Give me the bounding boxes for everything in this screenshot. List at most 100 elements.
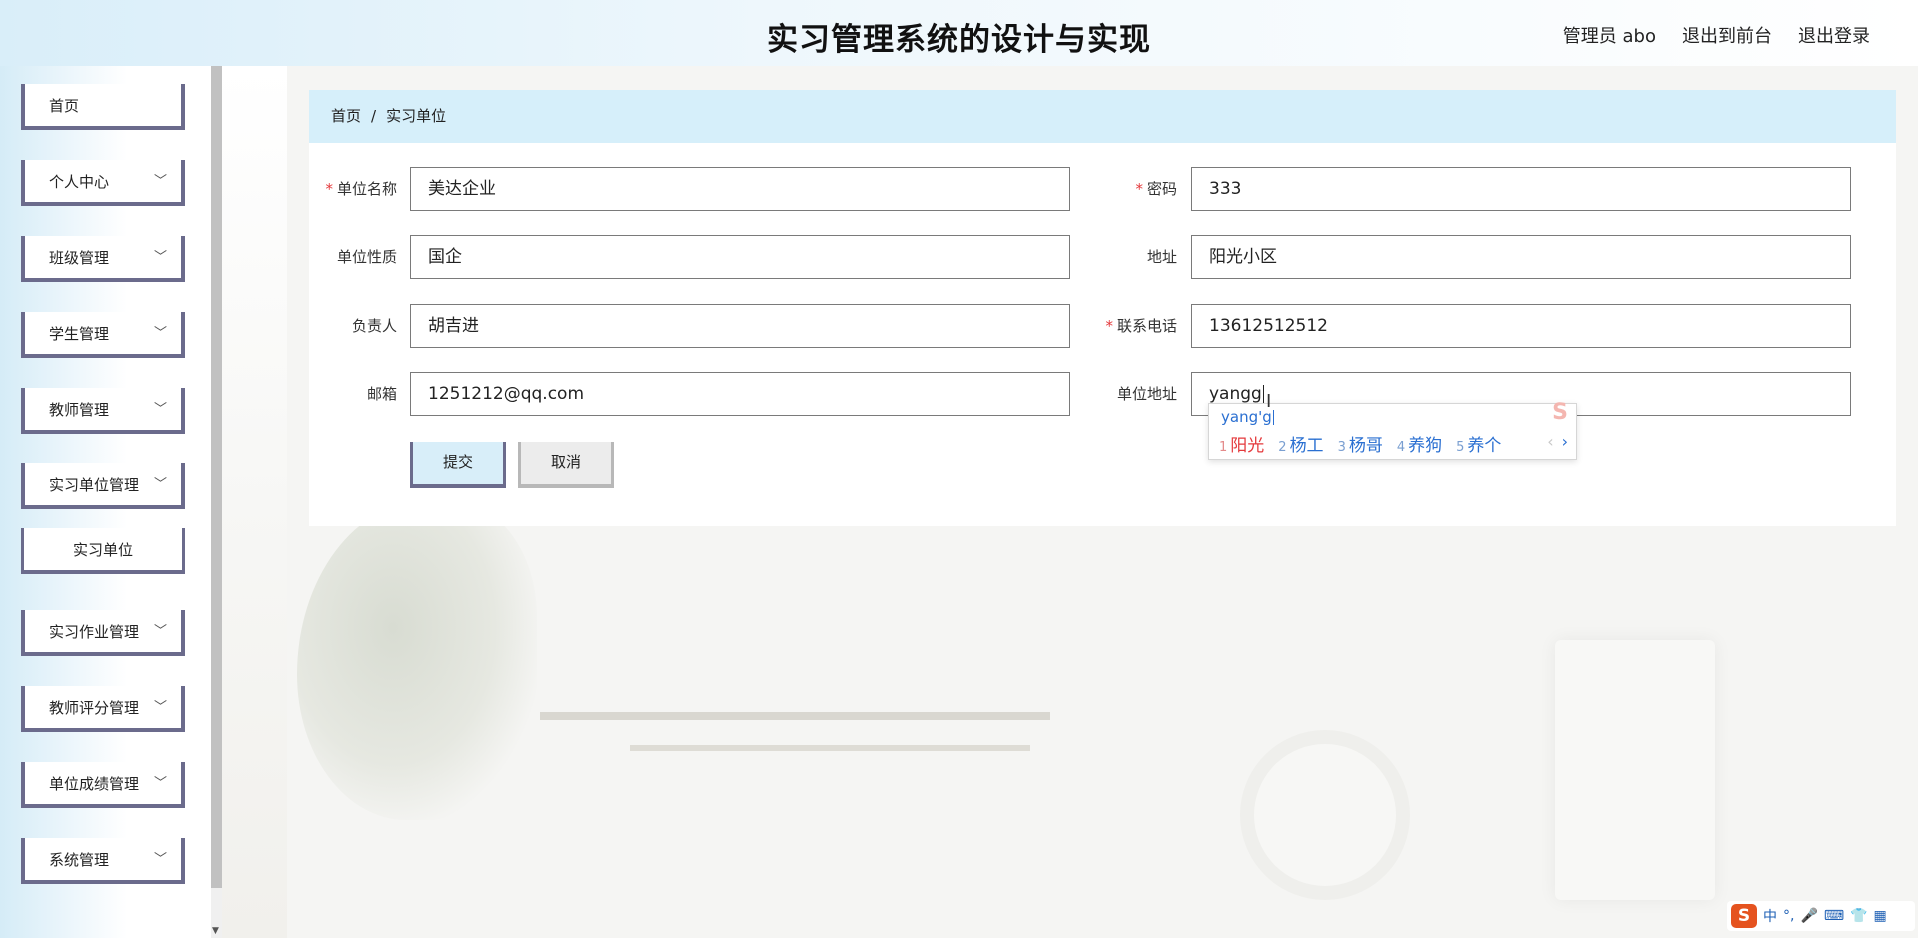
chevron-down-icon: ﹀	[153, 624, 167, 639]
sidebar-item-label: 实习单位	[72, 541, 133, 559]
ime-candidate-5[interactable]: 5 养个	[1456, 431, 1501, 456]
label-text: 单位名称	[336, 180, 397, 198]
text-caret	[1262, 384, 1264, 404]
scroll-down-icon[interactable]: ▼	[212, 926, 219, 936]
scrollbar-thumb[interactable]	[211, 66, 222, 888]
sidebar-item-label: 单位成绩管理	[49, 775, 140, 793]
required-mark: *	[325, 180, 333, 198]
logout-link[interactable]: 退出登录	[1798, 22, 1870, 48]
sidebar-item-internship-unit-management[interactable]: 实习单位管理 ﹀	[21, 463, 185, 509]
candidate-number: 1	[1219, 440, 1228, 455]
sogou-logo-icon[interactable]: S	[1731, 904, 1757, 928]
admin-user-link[interactable]: 管理员 abo	[1563, 22, 1656, 48]
background-decor-image	[1555, 640, 1715, 900]
sidebar-item-internship-homework-management[interactable]: 实习作业管理 ﹀	[21, 610, 185, 656]
email-label: 邮箱	[366, 385, 397, 403]
required-mark: *	[1135, 180, 1143, 198]
toolbox-grid-icon[interactable]: ▦	[1874, 908, 1887, 924]
sidebar-item-label: 首页	[49, 97, 80, 115]
unit-type-input[interactable]: 国企	[410, 235, 1070, 279]
unit-type-label: 单位性质	[336, 248, 397, 266]
chevron-down-icon: ﹀	[153, 477, 167, 492]
ime-candidate-popup: yang'g S 1 阳光 2 杨工 3 杨哥 4 养狗 5 养个 ‹ ›	[1208, 400, 1577, 460]
ime-toolbar[interactable]: S 中 °, 🎤 ⌨ 👕 ▦	[1727, 901, 1915, 931]
background-shelf-image	[630, 745, 1030, 751]
ime-candidate-4[interactable]: 4 养狗	[1397, 431, 1442, 456]
background-shelf-image	[540, 712, 1050, 720]
chevron-down-icon: ﹀	[153, 700, 167, 715]
top-header: 实习管理系统的设计与实现 管理员 abo 退出到前台 退出登录	[0, 0, 1918, 66]
background-decor-image	[1240, 730, 1410, 900]
sidebar-item-class-management[interactable]: 班级管理 ﹀	[21, 236, 185, 282]
label-text: 联系电话	[1116, 317, 1177, 335]
password-input[interactable]: 333	[1191, 167, 1851, 211]
chevron-down-icon: ﹀	[153, 174, 167, 189]
sidebar-item-system-management[interactable]: 系统管理 ﹀	[21, 838, 185, 884]
unit-name-input[interactable]: 美达企业	[410, 167, 1070, 211]
manager-input[interactable]: 胡吉进	[410, 304, 1070, 348]
sidebar-item-teacher-management[interactable]: 教师管理 ﹀	[21, 388, 185, 434]
ime-caret	[1272, 410, 1274, 425]
ime-candidates: 1 阳光 2 杨工 3 杨哥 4 养狗 5 养个	[1219, 431, 1501, 456]
chevron-down-icon: ﹀	[153, 250, 167, 265]
candidate-text: 杨哥	[1348, 436, 1383, 456]
ime-candidate-3[interactable]: 3 杨哥	[1338, 431, 1383, 456]
skin-shirt-icon[interactable]: 👕	[1850, 908, 1867, 924]
ime-candidate-1[interactable]: 1 阳光	[1219, 431, 1264, 456]
sidebar-item-home[interactable]: 首页	[21, 84, 185, 130]
ime-logo-icon: S	[1552, 400, 1568, 425]
sidebar-item-label: 系统管理	[49, 851, 110, 869]
unit-name-label: * 单位名称	[287, 167, 397, 211]
cancel-button[interactable]: 取消	[518, 442, 614, 488]
sidebar-item-label: 教师管理	[49, 401, 110, 419]
sidebar-item-student-management[interactable]: 学生管理 ﹀	[21, 312, 185, 358]
phone-input[interactable]: 13612512512	[1191, 304, 1851, 348]
password-label: * 密码	[1067, 167, 1177, 211]
chevron-down-icon: ﹀	[153, 776, 167, 791]
text-cursor-icon: I	[1266, 391, 1272, 412]
unit-address-label: 单位地址	[1116, 385, 1177, 403]
sidebar-item-unit-grade-management[interactable]: 单位成绩管理 ﹀	[21, 762, 185, 808]
sidebar-item-label: 班级管理	[49, 249, 110, 267]
sidebar-item-label: 教师评分管理	[49, 699, 140, 717]
sidebar-item-personal-center[interactable]: 个人中心 ﹀	[21, 160, 185, 206]
sidebar-item-teacher-score-management[interactable]: 教师评分管理 ﹀	[21, 686, 185, 732]
address-input[interactable]: 阳光小区	[1191, 235, 1851, 279]
candidate-text: 养狗	[1408, 436, 1443, 456]
ime-next-icon[interactable]: ›	[1562, 432, 1568, 451]
sidebar-item-label: 实习作业管理	[49, 623, 140, 641]
microphone-icon[interactable]: 🎤	[1800, 908, 1817, 924]
ime-prev-icon[interactable]: ‹	[1547, 432, 1553, 451]
required-mark: *	[1105, 317, 1113, 335]
unit-address-value: yangg	[1209, 384, 1262, 404]
chevron-down-icon: ﹀	[153, 402, 167, 417]
ime-mode-toggle[interactable]: 中	[1763, 906, 1777, 926]
candidate-number: 4	[1396, 440, 1406, 455]
candidate-number: 5	[1456, 440, 1465, 455]
exit-to-frontend-link[interactable]: 退出到前台	[1682, 22, 1772, 48]
sidebar-item-label: 学生管理	[49, 325, 110, 343]
breadcrumb-home[interactable]: 首页	[331, 107, 361, 125]
label-text: 密码	[1146, 180, 1177, 198]
candidate-number: 3	[1337, 440, 1346, 455]
sidebar-subitem-internship-unit[interactable]: 实习单位	[21, 528, 185, 574]
sidebar-item-label: 实习单位管理	[49, 476, 140, 494]
email-input[interactable]: 1251212@qq.com	[410, 372, 1070, 416]
phone-label: * 联系电话	[1067, 304, 1177, 348]
chevron-down-icon: ﹀	[153, 326, 167, 341]
manager-label: 负责人	[351, 317, 397, 335]
ime-composition-text: yang'g	[1221, 408, 1272, 426]
sidebar-item-label: 个人中心	[49, 173, 110, 191]
sidebar-scrollbar[interactable]: ▼	[211, 66, 222, 938]
chevron-down-icon: ﹀	[153, 852, 167, 867]
candidate-text: 阳光	[1230, 436, 1265, 456]
keyboard-icon[interactable]: ⌨	[1824, 908, 1844, 924]
candidate-number: 2	[1278, 440, 1287, 455]
ime-punctuation-toggle[interactable]: °,	[1783, 908, 1794, 924]
header-links: 管理员 abo 退出到前台 退出登录	[1563, 22, 1870, 48]
breadcrumb-separator: /	[371, 107, 377, 125]
ime-candidate-2[interactable]: 2 杨工	[1278, 431, 1323, 456]
submit-button[interactable]: 提交	[410, 442, 506, 488]
candidate-text: 养个	[1467, 436, 1502, 456]
candidate-text: 杨工	[1289, 436, 1324, 456]
